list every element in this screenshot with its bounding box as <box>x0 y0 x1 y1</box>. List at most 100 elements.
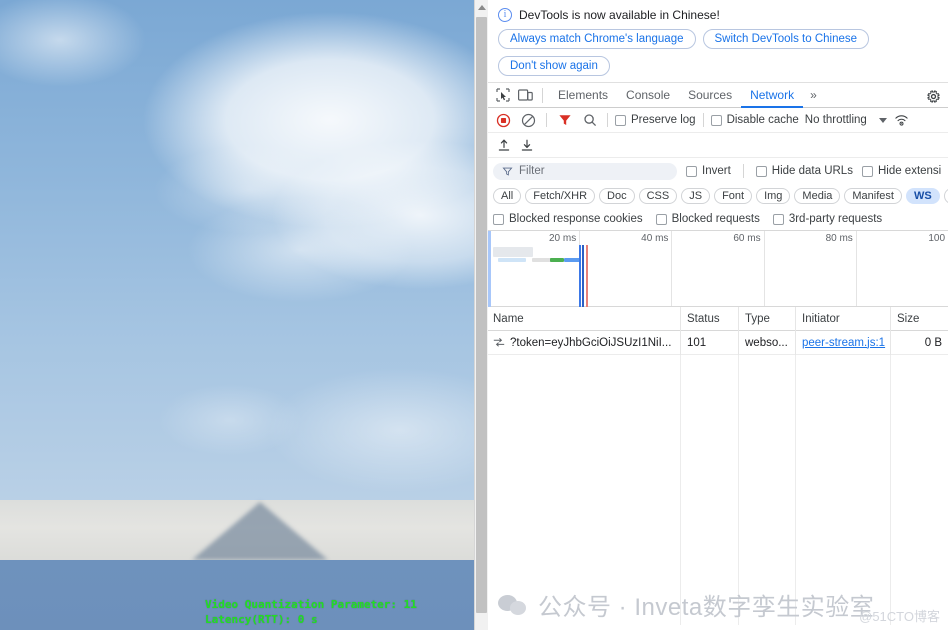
column-header-type[interactable]: Type <box>738 306 795 331</box>
search-input[interactable]: Filter <box>493 162 677 180</box>
type-filter-media[interactable]: Media <box>794 188 841 204</box>
table-row[interactable]: ?token=eyJhbGciOiJSUzI1NiI... 101 webso.… <box>488 330 948 355</box>
filter-funnel-icon <box>502 167 513 176</box>
blocked-response-cookies-box[interactable] <box>493 213 504 225</box>
hide-extension-urls-checkbox[interactable]: Hide extensi <box>861 165 941 177</box>
inspect-element-icon[interactable] <box>492 84 514 106</box>
load-event-marker <box>586 245 588 307</box>
preserve-log-label: Preserve log <box>631 114 696 126</box>
tab-sources[interactable]: Sources <box>679 83 741 108</box>
always-match-language-button[interactable]: Always match Chrome's language <box>498 29 696 49</box>
column-header-initiator[interactable]: Initiator <box>795 306 890 331</box>
disable-cache-checkbox[interactable]: Disable cache <box>710 114 799 126</box>
page-scrollbar[interactable] <box>474 0 488 630</box>
record-stop-icon[interactable] <box>493 110 514 131</box>
overview-gridlines: 20 ms 40 ms 60 ms 80 ms 100 <box>488 231 948 306</box>
overview-request-bar <box>550 258 564 262</box>
overview-request-bar <box>564 258 580 262</box>
disable-cache-label: Disable cache <box>726 114 799 126</box>
overview-cell: 20 ms <box>488 231 581 306</box>
video-stream-panel[interactable]: Video Quantization Parameter: 11 Latency… <box>0 0 474 630</box>
tabbar-divider <box>542 87 543 103</box>
dom-content-loaded-marker <box>579 245 581 307</box>
initiator-link[interactable]: peer-stream.js:1 <box>802 337 885 349</box>
blocked-requests-checkbox[interactable]: Blocked requests <box>655 213 760 225</box>
request-initiator-cell[interactable]: peer-stream.js:1 <box>795 330 890 355</box>
switch-to-chinese-button[interactable]: Switch DevTools to Chinese <box>702 29 870 49</box>
throttling-select[interactable]: No throttling <box>805 114 867 126</box>
third-party-requests-box[interactable] <box>772 213 784 225</box>
filter-funnel-icon[interactable] <box>554 110 575 131</box>
banner-message: DevTools is now available in Chinese! <box>519 8 720 22</box>
type-filter-ws[interactable]: WS <box>905 188 940 204</box>
type-filter-css[interactable]: CSS <box>638 188 678 204</box>
device-toolbar-icon[interactable] <box>514 84 536 106</box>
clear-icon[interactable] <box>518 110 539 131</box>
gear-icon[interactable] <box>922 85 944 107</box>
video-stats-overlay: Video Quantization Parameter: 11 Latency… <box>205 597 417 627</box>
column-header-name[interactable]: Name <box>488 313 680 325</box>
overview-cell: 80 ms <box>765 231 857 306</box>
blocked-requests-box[interactable] <box>655 213 667 225</box>
type-filter-manifest[interactable]: Manifest <box>844 188 902 204</box>
scroll-up-arrow-icon[interactable] <box>475 0 488 15</box>
type-filter-fetch-xhr[interactable]: Fetch/XHR <box>525 188 596 204</box>
tab-elements[interactable]: Elements <box>549 83 617 108</box>
screen: Video Quantization Parameter: 11 Latency… <box>0 0 948 630</box>
type-filter-doc[interactable]: Doc <box>599 188 635 204</box>
column-header-status[interactable]: Status <box>680 306 738 331</box>
column-guide <box>680 355 681 625</box>
chevron-down-icon[interactable] <box>878 117 887 123</box>
preserve-log-box[interactable] <box>615 114 626 126</box>
hide-data-urls-checkbox[interactable]: Hide data URLs <box>755 165 853 177</box>
hide-data-urls-label: Hide data URLs <box>771 165 853 177</box>
overview-tick-label: 80 ms <box>825 233 853 244</box>
column-guide <box>890 355 891 625</box>
request-name-cell[interactable]: ?token=eyJhbGciOiJSUzI1NiI... <box>488 337 680 349</box>
table-empty-area <box>488 355 948 625</box>
network-control-bar: Preserve log Disable cache No throttling <box>488 108 948 133</box>
third-party-requests-checkbox[interactable]: 3rd-party requests <box>772 213 882 225</box>
type-filter-all[interactable]: All <box>493 188 522 204</box>
network-overview-timeline[interactable]: 20 ms 40 ms 60 ms 80 ms 100 <box>488 231 948 307</box>
column-header-size[interactable]: Size <box>890 306 948 331</box>
overview-left-handle[interactable] <box>488 231 491 307</box>
type-filter-wasm[interactable]: Wasm <box>943 188 948 204</box>
column-guide <box>738 355 739 625</box>
tab-console[interactable]: Console <box>617 83 679 108</box>
type-filter-js[interactable]: JS <box>681 188 711 204</box>
tab-network[interactable]: Network <box>741 83 804 108</box>
devtools-tabbar: Elements Console Sources Network » <box>488 82 948 108</box>
filter-placeholder: Filter <box>519 165 545 177</box>
more-tabs-button[interactable]: » <box>803 88 824 102</box>
hide-data-urls-box[interactable] <box>755 165 767 177</box>
overview-cell: 60 ms <box>672 231 765 306</box>
info-icon: i <box>498 8 512 22</box>
disable-cache-box[interactable] <box>710 114 722 126</box>
filter-divider <box>742 164 744 178</box>
invert-box[interactable] <box>686 165 697 177</box>
resource-type-filters: All Fetch/XHR Doc CSS JS Font Img Media … <box>488 184 948 208</box>
scrollbar-thumb[interactable] <box>476 17 487 613</box>
export-har-icon[interactable] <box>516 135 537 156</box>
overview-cell: 100 <box>857 231 948 306</box>
preserve-log-checkbox[interactable]: Preserve log <box>615 114 696 126</box>
blocked-filters-row: Blocked response cookies Blocked request… <box>488 208 948 231</box>
blocked-response-cookies-checkbox[interactable]: Blocked response cookies <box>493 213 643 225</box>
invert-checkbox[interactable]: Invert <box>686 165 731 177</box>
translate-banner: i DevTools is now available in Chinese! … <box>488 0 948 82</box>
overview-tick-label: 60 ms <box>733 233 761 244</box>
hide-extension-box[interactable] <box>861 165 873 177</box>
search-icon[interactable] <box>579 110 600 131</box>
dont-show-again-button[interactable]: Don't show again <box>498 56 610 76</box>
control-divider-3 <box>702 113 704 127</box>
overview-tick-label: 40 ms <box>641 233 669 244</box>
filter-row: Filter Invert Hide data URLs Hide extens… <box>488 158 948 184</box>
network-conditions-icon[interactable] <box>891 110 912 131</box>
video-qp-line: Video Quantization Parameter: 11 <box>205 598 417 611</box>
type-filter-font[interactable]: Font <box>714 188 753 204</box>
import-har-icon[interactable] <box>493 135 514 156</box>
overview-request-bar <box>498 258 526 262</box>
type-filter-img[interactable]: Img <box>756 188 791 204</box>
request-status-cell: 101 <box>680 330 738 355</box>
